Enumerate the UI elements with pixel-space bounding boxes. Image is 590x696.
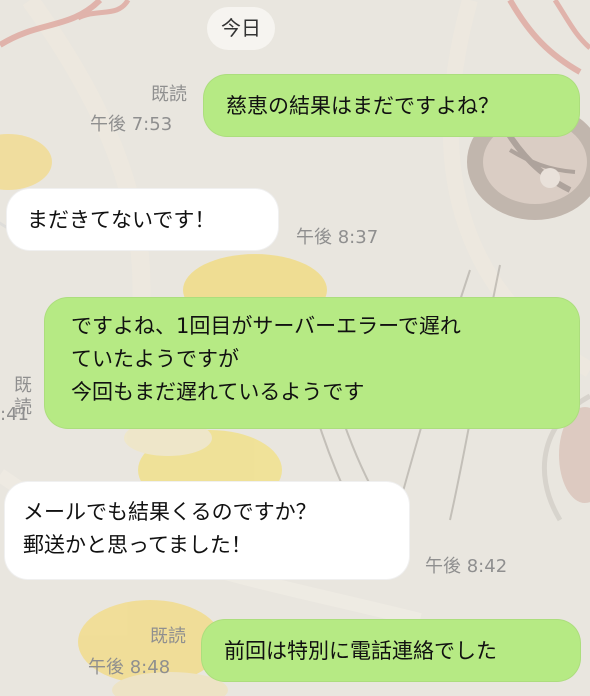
message-time: 午後 8:42 bbox=[425, 556, 508, 577]
chat-bubble-incoming[interactable]: メールでも結果くるのですか？ 郵送かと思ってました！ bbox=[4, 481, 410, 580]
message-line: ですよね、1回目がサーバーエラーで遅れ bbox=[71, 314, 461, 338]
message-text: 前回は特別に電話連絡でした bbox=[224, 639, 497, 663]
message-text: 慈恵の結果はまだですよね？ bbox=[226, 94, 499, 118]
read-status: 既読 bbox=[151, 84, 187, 105]
message-line: メールでも結果くるのですか？ bbox=[23, 500, 317, 524]
message-text: まだきてないです！ bbox=[27, 208, 216, 232]
message-time: 午後 8:37 bbox=[296, 227, 379, 248]
chat-bubble-incoming[interactable]: まだきてないです！ bbox=[6, 188, 279, 251]
message-time: :41 bbox=[0, 404, 29, 425]
read-status: 既読 bbox=[150, 626, 186, 647]
message-line: 郵送かと思ってました！ bbox=[23, 533, 252, 557]
message-line: ていたようですが bbox=[71, 347, 239, 371]
chat-bubble-outgoing[interactable]: ですよね、1回目がサーバーエラーで遅れ ていたようですが 今回もまだ遅れているよ… bbox=[44, 297, 580, 429]
date-separator: 今日 bbox=[207, 7, 275, 50]
chat-bubble-outgoing[interactable]: 前回は特別に電話連絡でした bbox=[201, 619, 581, 682]
chat-bubble-outgoing[interactable]: 慈恵の結果はまだですよね？ bbox=[203, 74, 580, 137]
message-time: 午後 7:53 bbox=[90, 114, 173, 135]
message-time: 午後 8:48 bbox=[88, 657, 171, 678]
chat-thread: 今日 既読 午後 7:53 慈恵の結果はまだですよね？ まだきてないです！ 午後… bbox=[0, 0, 590, 696]
message-line: 今回もまだ遅れているようです bbox=[71, 380, 365, 404]
